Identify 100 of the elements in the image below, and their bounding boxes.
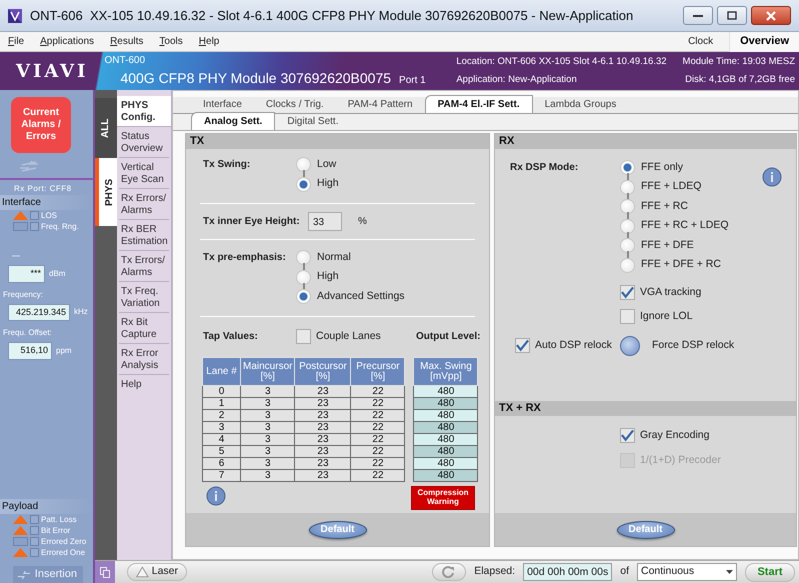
- tab[interactable]: PAM-4 El.-IF Sett.: [424, 95, 533, 113]
- alarm-button[interactable]: Current Alarms / Errors: [11, 97, 71, 153]
- maximize-button[interactable]: [717, 6, 747, 25]
- checkbox[interactable]: [620, 428, 635, 444]
- nav-item[interactable]: Tx Freq. Variation: [119, 282, 169, 313]
- table-cell: 3: [240, 458, 295, 470]
- checkbox-label: VGA tracking: [640, 285, 702, 300]
- checkbox[interactable]: [30, 526, 39, 535]
- radio-button[interactable]: [620, 218, 635, 234]
- table-cell: 1: [202, 398, 240, 410]
- nav-item[interactable]: Rx Errors/ Alarms: [119, 189, 169, 220]
- radio-button[interactable]: [620, 238, 635, 254]
- port-label: Rx Port: CFF8: [13, 183, 73, 195]
- table-cell: 480: [414, 434, 478, 446]
- menu-item[interactable]: Applications: [40, 34, 94, 49]
- info-icon[interactable]: [206, 486, 226, 506]
- checkbox[interactable]: [515, 338, 530, 353]
- nav-item[interactable]: Vertical Eye Scan: [119, 158, 169, 189]
- table-cell: 22: [350, 446, 405, 458]
- nav-item[interactable]: Rx Error Analysis: [119, 344, 169, 375]
- nav-item[interactable]: PHYS Config.: [117, 96, 171, 127]
- checkbox-label: 1/(1+D) Precoder: [640, 452, 721, 468]
- option-label: Advanced Settings: [317, 288, 405, 304]
- radio-button[interactable]: [620, 160, 635, 176]
- side-tab[interactable]: PHYS: [95, 158, 117, 226]
- field-label: Tx Swing:: [203, 158, 252, 172]
- table-cell: 480: [414, 446, 478, 458]
- tab[interactable]: Analog Sett.: [191, 112, 276, 130]
- tab[interactable]: Interface: [191, 96, 254, 113]
- column-header: Precursor [%]: [350, 358, 405, 386]
- value-field: 516,10: [8, 342, 52, 360]
- table-cell: 23: [294, 386, 351, 398]
- close-button[interactable]: [751, 6, 791, 25]
- radio-button[interactable]: [296, 176, 311, 192]
- menu-item[interactable]: Tools: [159, 34, 183, 49]
- radio-button[interactable]: [620, 199, 635, 214]
- location-text: Location: ONT-606 XX-105 Slot 4-6.1 10.49.16.32: [456, 54, 667, 69]
- unit-label: dBm: [49, 268, 66, 280]
- tab[interactable]: PAM-4 Pattern: [336, 96, 425, 113]
- info-icon[interactable]: [762, 167, 782, 187]
- table-cell: 7: [202, 470, 240, 482]
- table-cell: 3: [240, 410, 295, 422]
- refresh-button[interactable]: [432, 563, 466, 581]
- side-tab[interactable]: ALL: [95, 98, 117, 158]
- alarm-label: Patt. Loss: [41, 514, 77, 526]
- swap-icon: [18, 160, 40, 172]
- copy-icon: [100, 566, 110, 578]
- alarm-label: LOS: [41, 210, 58, 222]
- tab[interactable]: Lambda Groups: [532, 96, 628, 113]
- checkbox[interactable]: [620, 285, 635, 300]
- radio-button[interactable]: [296, 157, 311, 172]
- laser-button[interactable]: Laser: [127, 563, 187, 581]
- checkbox[interactable]: [30, 515, 39, 524]
- force-relock-button[interactable]: Force DSP relock: [620, 336, 734, 356]
- table-cell: 22: [350, 386, 405, 398]
- start-button[interactable]: Start: [745, 562, 795, 582]
- tab[interactable]: Digital Sett.: [275, 113, 350, 130]
- overview-button[interactable]: Overview: [729, 32, 799, 52]
- nav-item[interactable]: Rx BER Estimation: [119, 220, 169, 251]
- clock-label: Clock: [688, 35, 714, 49]
- table-cell: 22: [350, 398, 405, 410]
- radio-button[interactable]: [620, 258, 635, 273]
- option-label: FFE + LDEQ: [641, 179, 702, 194]
- copy-button[interactable]: [95, 560, 115, 583]
- checkbox[interactable]: [296, 328, 311, 344]
- radio-button[interactable]: [296, 289, 311, 304]
- tab[interactable]: Clocks / Trig.: [254, 96, 336, 113]
- table-cell: 3: [240, 422, 295, 434]
- table-cell: 480: [414, 410, 478, 422]
- column-header: Lane #: [202, 358, 240, 386]
- option-label: High: [317, 269, 339, 284]
- checkbox[interactable]: [30, 537, 39, 546]
- table-cell: 3: [240, 470, 295, 482]
- of-label: of: [620, 564, 629, 580]
- nav-item[interactable]: Tx Errors/ Alarms: [119, 251, 169, 282]
- radio-button[interactable]: [620, 180, 635, 195]
- nav-item[interactable]: Help: [119, 375, 169, 394]
- input-field[interactable]: 33: [308, 212, 342, 231]
- checkbox[interactable]: [30, 548, 39, 557]
- checkbox[interactable]: [620, 309, 635, 324]
- minimize-button[interactable]: [683, 6, 713, 25]
- option-label: FFE only: [641, 160, 684, 175]
- checkbox[interactable]: [30, 211, 39, 220]
- nav-item[interactable]: Status Overview: [119, 127, 169, 158]
- radio-button[interactable]: [296, 250, 311, 266]
- menu-item[interactable]: Help: [198, 34, 220, 49]
- mode-dropdown[interactable]: Continuous: [637, 563, 737, 581]
- close-icon: [766, 10, 776, 20]
- option-label: FFE + DFE: [641, 238, 694, 253]
- alarm-label: Bit Error: [41, 524, 70, 536]
- nav-item[interactable]: Rx Bit Capture: [119, 313, 169, 344]
- checkbox[interactable]: [30, 222, 39, 231]
- menu-item[interactable]: File: [8, 34, 24, 49]
- option-label: FFE + RC + LDEQ: [641, 218, 729, 234]
- menu-item[interactable]: Results: [110, 34, 144, 49]
- radio-button[interactable]: [296, 270, 311, 285]
- option-label: FFE + DFE + RC: [641, 257, 721, 272]
- table-cell: 480: [414, 386, 478, 398]
- column-header: Postcursor [%]: [294, 358, 351, 386]
- maximize-icon: [727, 11, 737, 20]
